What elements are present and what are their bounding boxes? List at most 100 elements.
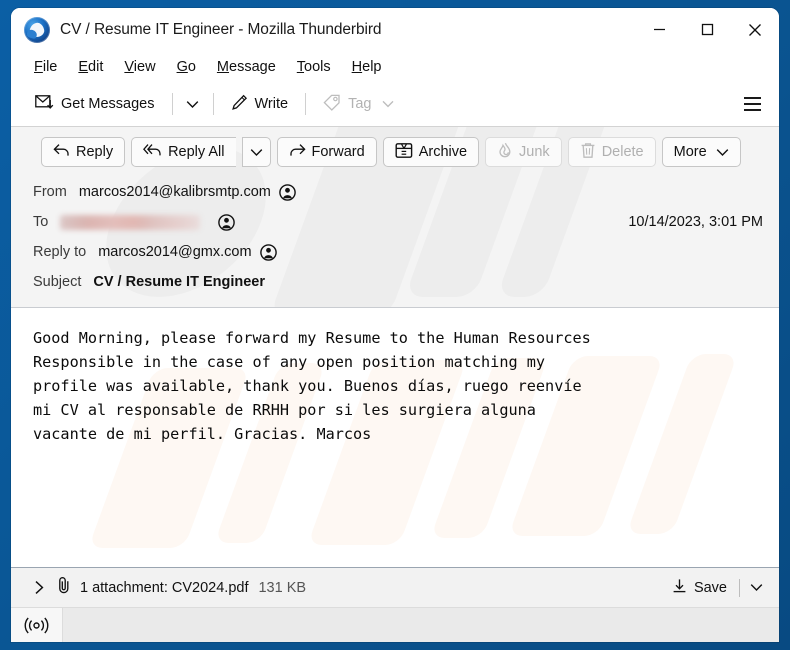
archive-button[interactable]: Archive bbox=[382, 137, 480, 167]
menu-tools-rest: ools bbox=[304, 58, 331, 75]
status-bar bbox=[11, 607, 779, 642]
header-row-from: From marcos2014@kalibrsmtp.com bbox=[11, 177, 779, 207]
chevron-down-icon bbox=[250, 148, 262, 156]
header-row-subject: Subject CV / Resume IT Engineer bbox=[11, 267, 779, 297]
header-fields: From marcos2014@kalibrsmtp.com To 10/14/… bbox=[11, 175, 779, 307]
subject-value: CV / Resume IT Engineer bbox=[93, 274, 266, 290]
broadcast-online-icon bbox=[24, 617, 49, 633]
junk-flame-icon bbox=[497, 142, 513, 163]
forward-label: Forward bbox=[311, 144, 365, 160]
chevron-down-icon bbox=[750, 584, 762, 591]
window-controls bbox=[635, 8, 779, 51]
tag-chevron-down-icon bbox=[382, 100, 394, 108]
reply-button[interactable]: Reply bbox=[41, 137, 126, 167]
attachment-label[interactable]: 1 attachment: CV2024.pdf bbox=[80, 580, 248, 596]
thunderbird-logo-icon bbox=[24, 16, 50, 43]
menu-file[interactable]: File bbox=[24, 56, 68, 78]
to-value-redacted[interactable] bbox=[60, 214, 201, 230]
reply-all-dropdown[interactable] bbox=[241, 137, 271, 167]
archive-label: Archive bbox=[418, 144, 468, 160]
tag-label: Tag bbox=[348, 96, 372, 112]
desktop-background: CV / Resume IT Engineer - Mozilla Thunde… bbox=[0, 0, 790, 650]
get-messages-dropdown[interactable] bbox=[180, 89, 206, 120]
trash-icon bbox=[580, 142, 596, 163]
attachment-bar: 1 attachment: CV2024.pdf 131 KB Save bbox=[11, 567, 779, 607]
reply-all-label: Reply All bbox=[168, 144, 225, 160]
write-label: Write bbox=[254, 96, 289, 112]
close-button[interactable] bbox=[731, 8, 779, 51]
attachment-expander-button[interactable] bbox=[27, 575, 51, 601]
delete-button[interactable]: Delete bbox=[567, 137, 656, 167]
menu-message[interactable]: Message bbox=[207, 56, 287, 78]
hamburger-menu-icon-bar-1 bbox=[743, 97, 761, 99]
junk-label: Junk bbox=[519, 144, 550, 160]
reply-all-arrow-icon bbox=[143, 143, 162, 161]
reply-arrow-icon bbox=[53, 143, 70, 161]
hamburger-menu-icon-bar-2 bbox=[743, 103, 761, 105]
menu-file-rest: ile bbox=[42, 58, 58, 75]
get-messages-label: Get Messages bbox=[61, 96, 155, 112]
tag-icon bbox=[323, 94, 341, 115]
pencil-icon bbox=[231, 94, 248, 115]
write-button[interactable]: Write bbox=[221, 89, 299, 120]
save-dropdown-button[interactable] bbox=[743, 574, 769, 602]
envelope-download-icon bbox=[35, 94, 54, 114]
save-divider bbox=[739, 578, 740, 597]
menu-help-rest: elp bbox=[362, 58, 382, 75]
menu-tools[interactable]: Tools bbox=[287, 56, 342, 78]
forward-button[interactable]: Forward bbox=[276, 137, 377, 167]
menu-edit-rest: dit bbox=[88, 58, 104, 75]
menu-edit[interactable]: Edit bbox=[68, 56, 114, 78]
message-body: Good Morning, please forward my Resume t… bbox=[11, 308, 779, 567]
more-button[interactable]: More bbox=[661, 137, 741, 167]
thunderbird-window: CV / Resume IT Engineer - Mozilla Thunde… bbox=[11, 8, 779, 642]
reply-to-label: Reply to bbox=[33, 244, 87, 260]
app-menu-button[interactable] bbox=[735, 89, 769, 120]
menu-help[interactable]: Help bbox=[342, 56, 393, 78]
chevron-down-icon bbox=[716, 148, 728, 156]
contact-avatar-icon[interactable] bbox=[259, 243, 277, 261]
minimize-button[interactable] bbox=[635, 8, 683, 51]
menu-go[interactable]: Go bbox=[167, 56, 207, 78]
from-label: From bbox=[33, 184, 67, 200]
message-action-bar: Reply Reply All Forward Archive Junk Del… bbox=[11, 127, 779, 175]
connection-status-button[interactable] bbox=[11, 608, 63, 642]
reply-label: Reply bbox=[76, 144, 114, 160]
header-row-to: To 10/14/2023, 3:01 PM bbox=[11, 207, 779, 237]
delete-label: Delete bbox=[601, 144, 644, 160]
to-label: To bbox=[33, 214, 49, 230]
window-title: CV / Resume IT Engineer - Mozilla Thunde… bbox=[60, 20, 382, 38]
toolbar-separator-2 bbox=[212, 93, 214, 115]
archive-box-icon bbox=[395, 142, 413, 163]
menu-bar: File Edit View Go Message Tools Help bbox=[11, 51, 779, 82]
message-header: Reply Reply All Forward Archive Junk Del… bbox=[11, 127, 779, 308]
junk-button[interactable]: Junk bbox=[485, 137, 562, 167]
main-toolbar: Get Messages Write Tag bbox=[11, 82, 779, 127]
forward-arrow-icon bbox=[289, 143, 306, 161]
contact-avatar-icon[interactable] bbox=[279, 183, 296, 201]
chevron-down-icon bbox=[186, 100, 199, 108]
header-row-reply-to: Reply to marcos2014@gmx.com bbox=[11, 237, 779, 267]
toolbar-separator-1 bbox=[171, 93, 173, 115]
attachment-size: 131 KB bbox=[258, 579, 307, 596]
reply-to-value[interactable]: marcos2014@gmx.com bbox=[98, 244, 251, 260]
maximize-button[interactable] bbox=[683, 8, 731, 51]
paperclip-icon[interactable] bbox=[57, 576, 72, 599]
tag-button[interactable]: Tag bbox=[313, 89, 404, 120]
toolbar-separator-3 bbox=[305, 93, 307, 115]
menu-view[interactable]: View bbox=[114, 56, 166, 78]
contact-avatar-icon[interactable] bbox=[218, 213, 236, 231]
status-bar-empty-area bbox=[63, 608, 779, 642]
download-icon bbox=[672, 578, 687, 598]
menu-message-rest: essage bbox=[229, 58, 276, 75]
chevron-right-icon bbox=[34, 581, 44, 594]
menu-view-rest: iew bbox=[133, 58, 156, 75]
subject-label: Subject bbox=[33, 274, 82, 290]
more-label: More bbox=[673, 144, 707, 160]
hamburger-menu-icon-bar-3 bbox=[743, 109, 761, 111]
reply-all-button[interactable]: Reply All bbox=[131, 137, 236, 167]
message-body-text: Good Morning, please forward my Resume t… bbox=[33, 329, 591, 443]
from-value[interactable]: marcos2014@kalibrsmtp.com bbox=[79, 184, 271, 200]
get-messages-button[interactable]: Get Messages bbox=[25, 89, 165, 120]
save-attachment-button[interactable]: Save bbox=[663, 574, 736, 602]
